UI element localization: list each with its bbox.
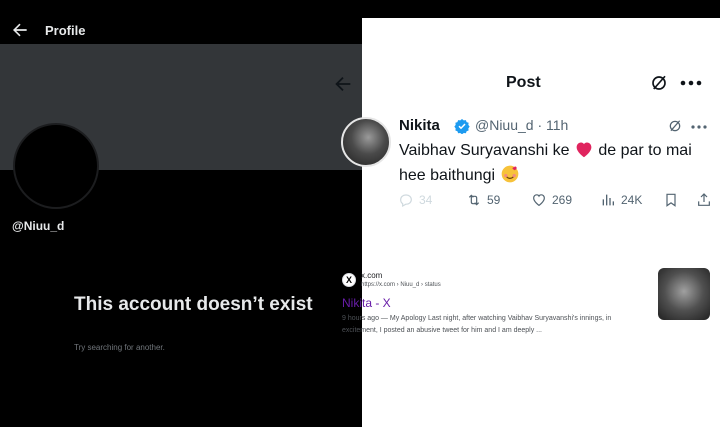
result-thumbnail[interactable] bbox=[658, 268, 710, 320]
views-bar-chart-icon bbox=[602, 194, 614, 206]
author-name[interactable]: Nikita bbox=[399, 117, 440, 134]
result-url[interactable]: https://x.com › Niuu_d › status bbox=[361, 282, 441, 288]
repost-button[interactable]: 59 bbox=[466, 189, 500, 211]
repost-count: 59 bbox=[487, 193, 501, 207]
back-arrow-icon[interactable] bbox=[332, 73, 354, 95]
post-text-part: Vaibhav Suryavanshi ke bbox=[399, 142, 574, 159]
author-handle-time: @Niuu_d · 11h bbox=[475, 117, 569, 133]
author-avatar[interactable] bbox=[341, 117, 391, 167]
profile-title: Profile bbox=[45, 23, 86, 38]
post-text: Vaibhav Suryavanshi ke de par to mai hee… bbox=[399, 138, 717, 188]
smiling-face-with-hearts-icon bbox=[501, 165, 518, 183]
red-heart-icon bbox=[576, 142, 592, 158]
reply-icon bbox=[400, 194, 412, 208]
try-searching-hint: Try searching for another. bbox=[74, 343, 165, 352]
grok-icon[interactable] bbox=[668, 119, 682, 133]
result-title-link[interactable]: Nikita - X bbox=[342, 296, 391, 310]
repost-icon bbox=[468, 194, 480, 206]
share-button[interactable] bbox=[696, 189, 712, 211]
views-button[interactable]: 24K bbox=[600, 189, 642, 211]
like-count: 269 bbox=[552, 193, 573, 207]
result-site-name: x.com bbox=[361, 271, 383, 280]
reply-button[interactable]: 34 bbox=[398, 189, 432, 211]
verified-badge-icon bbox=[454, 119, 470, 134]
profile-avatar bbox=[13, 123, 99, 209]
post-header-title: Post bbox=[506, 74, 541, 91]
bookmark-icon bbox=[666, 193, 676, 207]
bookmark-button[interactable] bbox=[663, 189, 679, 211]
view-count: 24K bbox=[621, 193, 643, 207]
post-actions-bar: 34 59 269 24K bbox=[398, 189, 720, 211]
profile-handle: @Niuu_d bbox=[12, 219, 65, 233]
grok-icon[interactable] bbox=[650, 74, 668, 92]
search-result-card: X x.com https://x.com › Niuu_d › status … bbox=[342, 258, 720, 418]
account-not-exist-message: This account doesn’t exist bbox=[74, 294, 313, 315]
back-arrow-icon[interactable] bbox=[10, 20, 30, 40]
more-options-icon[interactable] bbox=[680, 80, 702, 86]
like-button[interactable]: 269 bbox=[531, 189, 572, 211]
heart-outline-icon bbox=[533, 194, 545, 207]
share-icon bbox=[698, 193, 710, 206]
composite-screenshot: Profile @Niuu_d This account doesn’t exi… bbox=[0, 0, 720, 427]
post-panel: Post Nikita @Niuu_d · 11h Vaibhav Suryav… bbox=[335, 18, 720, 427]
result-snippet: 9 hours ago — My Apology Last night, aft… bbox=[342, 315, 612, 334]
reply-count: 34 bbox=[419, 193, 433, 207]
profile-panel: Profile @Niuu_d This account doesn’t exi… bbox=[0, 0, 362, 427]
more-options-icon[interactable] bbox=[691, 125, 707, 129]
x-favicon-icon: X bbox=[342, 273, 356, 287]
